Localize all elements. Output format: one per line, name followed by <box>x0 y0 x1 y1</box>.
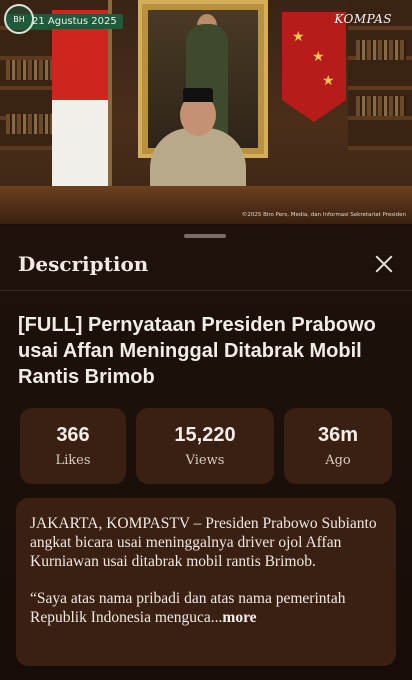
views-count: 15,220 <box>174 424 236 446</box>
description-paragraph-2-text: “Saya atas nama pribadi dan atas nama pe… <box>30 590 346 626</box>
indonesian-flag <box>52 10 112 190</box>
views-label: Views <box>185 453 225 468</box>
age-label: Ago <box>325 453 351 468</box>
divider <box>0 290 412 291</box>
description-box[interactable]: JAKARTA, KOMPASTV – Presiden Prabowo Sub… <box>16 498 396 666</box>
sheet-title: Description <box>18 252 149 276</box>
close-icon[interactable] <box>372 252 396 276</box>
video-title: [FULL] Pernyataan Presiden Prabowo usai … <box>18 314 376 388</box>
books <box>356 40 406 60</box>
description-sheet: Description [FULL] Pernyataan Presiden P… <box>0 226 412 680</box>
more-link[interactable]: more <box>222 609 256 626</box>
description-paragraph-1: JAKARTA, KOMPASTV – Presiden Prabowo Sub… <box>30 515 377 570</box>
drag-handle[interactable] <box>184 234 226 238</box>
video-player[interactable]: ★ ★ ★ 21 Agustus 2025 BH KOMPAS ©2025 Bi… <box>0 0 412 224</box>
emblem-logo: BH <box>4 4 34 34</box>
likes-count: 366 <box>56 424 90 446</box>
views-stat: 15,220 Views <box>136 408 274 484</box>
flagpole <box>108 0 112 200</box>
speaker-body <box>150 128 246 194</box>
likes-stat: 366 Likes <box>20 408 126 484</box>
age-value: 36m <box>317 424 359 446</box>
red-banner: ★ ★ ★ <box>282 12 346 122</box>
desk <box>0 186 412 224</box>
speaker-peci <box>183 88 213 102</box>
books <box>356 96 406 116</box>
books <box>6 114 56 134</box>
age-stat: 36m Ago <box>284 408 392 484</box>
kompas-watermark: KOMPAS <box>334 12 392 26</box>
books <box>6 60 56 80</box>
stats-row: 366 Likes 15,220 Views 36m Ago <box>20 408 392 484</box>
likes-label: Likes <box>55 453 91 468</box>
video-credit: ©2025 Biro Pers, Media, dan Informasi Se… <box>241 212 406 218</box>
description-paragraph-2: “Saya atas nama pribadi dan atas nama pe… <box>30 589 382 627</box>
